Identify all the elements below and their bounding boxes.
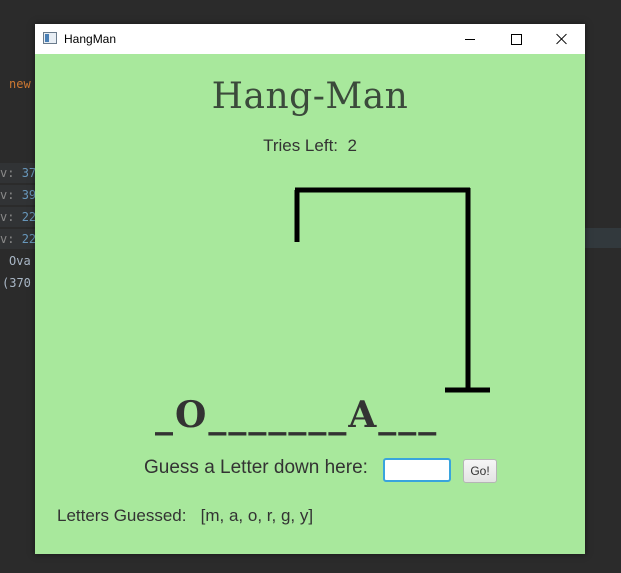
guess-label: Guess a Letter down here: <box>144 457 368 478</box>
app-icon <box>43 32 57 44</box>
gallows-structure <box>294 187 490 393</box>
gallows-drawing <box>294 187 490 393</box>
letters-guessed: Letters Guessed: [m, a, o, r, g, y] <box>57 506 313 526</box>
ide-line: Ova <box>9 254 31 268</box>
maximize-button[interactable] <box>493 24 539 54</box>
close-icon <box>556 33 568 45</box>
guessed-value: [m, a, o, r, g, y] <box>200 506 314 525</box>
ide-line: (370 <box>2 276 31 290</box>
minimize-button[interactable] <box>447 24 493 54</box>
hangman-window: HangMan Hang-Man Tries Left: 2 _O_______… <box>35 24 585 554</box>
guess-input[interactable] <box>383 458 451 482</box>
guessed-label: Letters Guessed: <box>57 506 187 525</box>
close-button[interactable] <box>539 24 585 54</box>
ide-keyword: new <box>9 77 31 91</box>
minimize-icon <box>465 38 475 40</box>
maximize-icon <box>510 33 522 45</box>
word-display: _O_______A___ <box>155 394 439 436</box>
go-button[interactable]: Go! <box>463 459 497 483</box>
title-bar[interactable]: HangMan <box>35 24 585 54</box>
window-title: HangMan <box>64 32 117 46</box>
game-panel: Hang-Man Tries Left: 2 _O_______A___ Gue… <box>35 54 585 554</box>
